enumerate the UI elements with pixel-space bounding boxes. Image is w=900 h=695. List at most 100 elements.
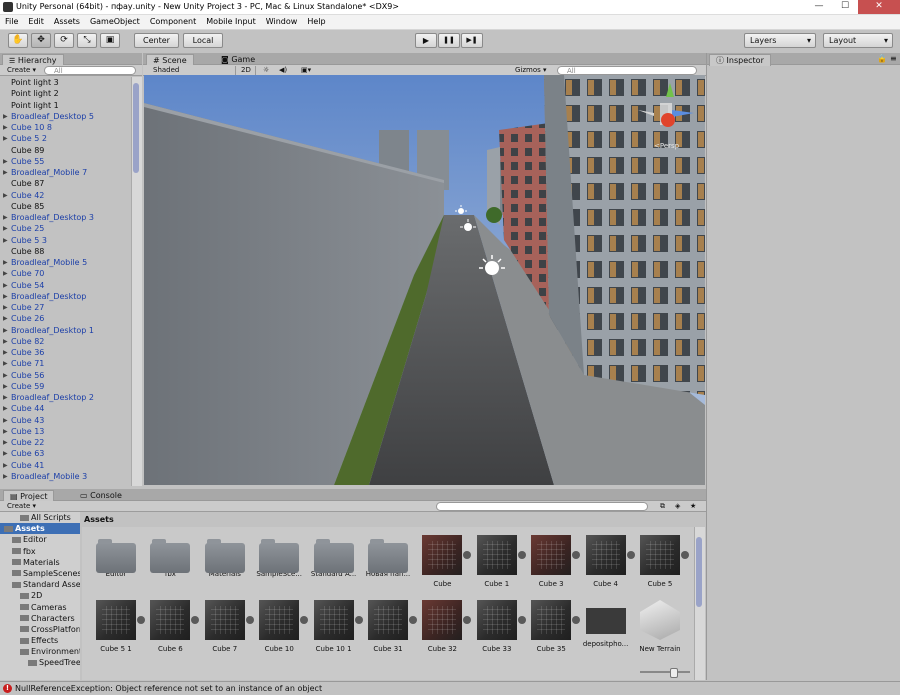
asset-item[interactable]: Editor — [90, 535, 142, 579]
project-tree-item[interactable]: Materials — [0, 557, 80, 568]
scale-tool-icon[interactable]: ⤡ — [77, 33, 97, 48]
effects-toggle-icon[interactable]: ▣▾ — [297, 66, 315, 75]
maximize-button[interactable]: ☐ — [832, 0, 858, 14]
project-tree-item[interactable]: CrossPlatformInput — [0, 624, 80, 635]
menu-file[interactable]: File — [0, 15, 23, 29]
asset-item[interactable]: Cube 7 — [199, 600, 254, 654]
pivot-center-toggle[interactable]: Center — [134, 33, 179, 48]
expand-arrow-icon[interactable]: ▶ — [3, 302, 8, 313]
hierarchy-item[interactable]: ▶ Cube 42 — [0, 190, 131, 201]
asset-scroll-thumb[interactable] — [696, 537, 702, 607]
expand-arrow-icon[interactable]: ▶ — [3, 471, 8, 482]
asset-item[interactable]: Cube 32 — [416, 600, 472, 654]
asset-item[interactable]: Cube 1 — [471, 535, 526, 589]
project-tree-item[interactable]: All Scripts — [0, 512, 80, 523]
hierarchy-item[interactable]: ▶ Cube 59 — [0, 381, 131, 392]
project-create-button[interactable]: Create ▾ — [3, 502, 40, 511]
scene-search-input[interactable]: All — [557, 66, 697, 75]
hierarchy-item[interactable]: ▶ Cube 55 — [0, 156, 131, 167]
hierarchy-item[interactable]: Point light 1 — [0, 100, 131, 111]
project-tree-item[interactable]: Cameras — [0, 602, 80, 613]
menu-assets[interactable]: Assets — [49, 15, 85, 29]
expand-arrow-icon[interactable]: ▶ — [3, 403, 8, 414]
lighting-toggle-icon[interactable]: ☼ — [259, 66, 273, 75]
hierarchy-create-button[interactable]: Create ▾ — [3, 66, 40, 75]
minimize-button[interactable]: — — [806, 0, 832, 14]
menu-gameobject[interactable]: GameObject — [85, 15, 145, 29]
asset-scrollbar[interactable] — [694, 527, 705, 680]
expand-arrow-icon[interactable]: ▶ — [3, 280, 8, 291]
hand-tool-icon[interactable]: ✋ — [8, 33, 28, 48]
asset-item[interactable]: Cube 33 — [471, 600, 526, 654]
expand-arrow-icon[interactable]: ▶ — [3, 437, 8, 448]
expand-arrow-icon[interactable]: ▶ — [3, 370, 8, 381]
hierarchy-item[interactable]: ▶ Cube 56 — [0, 370, 131, 381]
asset-item[interactable]: fbx — [144, 535, 196, 579]
menu-component[interactable]: Component — [145, 15, 201, 29]
hierarchy-item[interactable]: Cube 87 — [0, 178, 131, 189]
expand-arrow-icon[interactable]: ▶ — [3, 167, 8, 178]
asset-item[interactable]: Новая пап... — [362, 535, 414, 579]
asset-item[interactable]: Cube 5 — [634, 535, 689, 589]
tab-game[interactable]: ◙ Game — [215, 54, 261, 65]
hierarchy-item[interactable]: ▶ Cube 22 — [0, 437, 131, 448]
project-tree-item[interactable]: SampleScenes — [0, 568, 80, 579]
hierarchy-item[interactable]: ▶ Cube 70 — [0, 268, 131, 279]
menu-help[interactable]: Help — [302, 15, 330, 29]
expand-arrow-icon[interactable]: ▶ — [3, 448, 8, 459]
asset-item[interactable]: Cube 10 1 — [308, 600, 363, 654]
hierarchy-item[interactable]: ▶ Cube 41 — [0, 460, 131, 471]
scene-viewport[interactable]: <Persp — [144, 75, 705, 485]
expand-arrow-icon[interactable]: ▶ — [3, 190, 8, 201]
expand-arrow-icon[interactable]: ▶ — [3, 235, 8, 246]
expand-arrow-icon[interactable]: ▶ — [3, 325, 8, 336]
hierarchy-item[interactable]: ▶ Cube 36 — [0, 347, 131, 358]
step-button[interactable]: ▶❚ — [461, 33, 483, 48]
asset-item[interactable]: Cube 6 — [144, 600, 200, 654]
project-search-input[interactable] — [436, 502, 648, 511]
hierarchy-scroll-thumb[interactable] — [133, 83, 139, 173]
shading-mode-dropdown[interactable]: Shaded — [149, 66, 236, 75]
expand-arrow-icon[interactable]: ▶ — [3, 415, 8, 426]
move-tool-icon[interactable]: ✥ — [31, 33, 51, 48]
hierarchy-item[interactable]: ▶ Cube 54 — [0, 280, 131, 291]
asset-item[interactable]: Cube 31 — [362, 600, 417, 654]
thumbnail-size-slider[interactable] — [640, 668, 690, 678]
project-tree-item[interactable]: SpeedTree — [0, 657, 80, 668]
status-message[interactable]: NullReferenceException: Object reference… — [15, 683, 322, 694]
expand-arrow-icon[interactable]: ▶ — [3, 291, 8, 302]
expand-arrow-icon[interactable]: ▶ — [3, 381, 8, 392]
asset-item[interactable]: Cube 10 — [253, 600, 309, 654]
play-button[interactable]: ▶ — [415, 33, 437, 48]
hierarchy-item[interactable]: ▶ Broadleaf_Mobile 3 — [0, 471, 131, 482]
layout-dropdown[interactable]: Layout — [823, 33, 893, 48]
menu-window[interactable]: Window — [261, 15, 303, 29]
expand-arrow-icon[interactable]: ▶ — [3, 392, 8, 403]
menu-mobile-input[interactable]: Mobile Input — [201, 15, 261, 29]
project-tree-item[interactable]: fbx — [0, 546, 80, 557]
hierarchy-item[interactable]: ▶ Broadleaf_Mobile 5 — [0, 257, 131, 268]
menu-edit[interactable]: Edit — [23, 15, 49, 29]
expand-arrow-icon[interactable]: ▶ — [3, 358, 8, 369]
pause-button[interactable]: ❚❚ — [438, 33, 460, 48]
tab-inspector[interactable]: ⓘ Inspector — [709, 54, 771, 66]
project-tree-item[interactable]: Characters — [0, 613, 80, 624]
asset-item[interactable]: New Terrain — [634, 600, 686, 654]
asset-item[interactable]: Cube 3 — [525, 535, 581, 589]
hierarchy-item[interactable]: Point light 2 — [0, 88, 131, 99]
expand-arrow-icon[interactable]: ▶ — [3, 268, 8, 279]
hierarchy-item[interactable]: ▶ Cube 63 — [0, 448, 131, 459]
tab-console[interactable]: ▭ Console — [74, 490, 128, 501]
hierarchy-item[interactable]: ▶ Broadleaf_Desktop 5 — [0, 111, 131, 122]
expand-arrow-icon[interactable]: ▶ — [3, 212, 8, 223]
asset-item[interactable]: Cube 5 1 — [90, 600, 145, 654]
asset-item[interactable]: depositpho... — [580, 600, 632, 649]
asset-item[interactable]: Materials — [199, 535, 251, 579]
project-tree-item[interactable]: Editor — [0, 534, 80, 545]
project-tree-item[interactable]: 2D — [0, 590, 80, 601]
asset-item[interactable]: SampleSce... — [253, 535, 305, 579]
hierarchy-item[interactable]: Point light 3 — [0, 77, 131, 88]
expand-arrow-icon[interactable]: ▶ — [3, 347, 8, 358]
asset-item[interactable]: Cube — [416, 535, 472, 589]
expand-arrow-icon[interactable]: ▶ — [3, 111, 8, 122]
